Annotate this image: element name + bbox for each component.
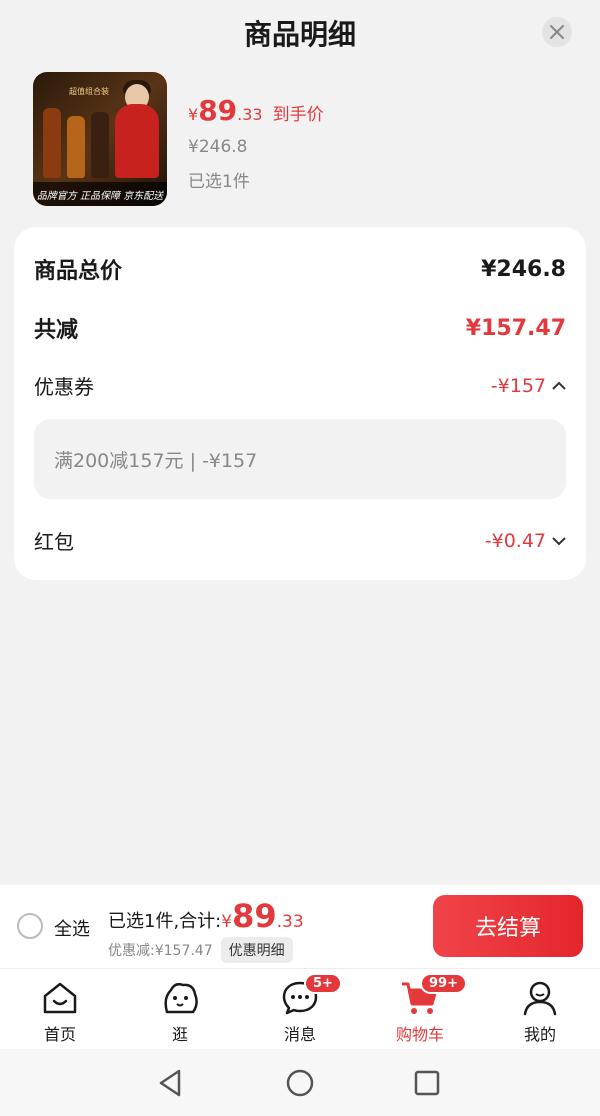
tab-messages[interactable]: 5+ 消息 [240,969,360,1049]
coupon-row[interactable]: 优惠券 -¥157 [34,371,566,400]
final-price: ¥ 89 .33 到手价 [188,94,324,127]
redpacket-value-wrap: -¥0.47 [485,530,566,552]
beer-bottle-image [43,108,61,178]
cart-total: 已选1件,合计: ¥ 89 .33 [108,897,304,935]
thumbnail-strip-text: 品牌官方 正品保障 京东配送 [33,182,167,206]
checkout-bar: 全选 已选1件,合计: ¥ 89 .33 优惠减:¥157.47 优惠明细 去结… [0,885,600,968]
coupon-value: -¥157 [490,374,546,397]
tab-explore[interactable]: 逛 [120,969,240,1049]
user-icon [523,981,557,1016]
coupon-value-wrap: -¥157 [491,375,566,397]
discount-detail-button[interactable]: 优惠明细 [220,937,293,963]
reduction-label: 共减 [34,318,79,343]
beer-bottle-image [91,112,109,178]
total-price-value: ¥246.8 [481,256,566,282]
discount-text: 优惠减:¥157.47 [108,943,213,959]
tab-home-label: 首页 [43,1025,76,1044]
messages-badge: 5+ [304,973,342,994]
select-all-label[interactable]: 全选 [54,915,90,941]
total-integer: 89 [232,897,277,935]
tab-messages-label: 消息 [283,1025,316,1044]
bottom-tab-bar: 首页 逛 5+ 消息 99+ 购物车 我的 [0,968,600,1049]
chevron-up-icon [552,381,566,390]
price-integer: 89 [198,94,238,127]
chevron-down-icon [552,536,566,545]
price-tag-label: 到手价 [272,105,324,125]
system-navigation-bar [0,1049,600,1116]
price-decimal: .33 [237,105,263,124]
redpacket-label: 红包 [34,530,74,554]
recents-nav-icon[interactable] [411,1067,443,1099]
selected-count: 已选1件 [188,172,250,192]
sheet-header: 商品明细 [0,0,600,64]
close-button[interactable] [542,17,572,47]
person-image [115,104,159,178]
select-all-checkbox[interactable] [17,913,43,939]
checkout-button[interactable]: 去结算 [433,895,583,957]
back-nav-icon[interactable] [155,1067,187,1099]
discount-line: 优惠减:¥157.47 优惠明细 [108,937,293,963]
tab-home[interactable]: 首页 [0,969,120,1049]
product-summary: 超值组合装 品牌官方 正品保障 京东配送 ¥ 89 .33 到手价 ¥246.8… [33,72,573,208]
original-price: ¥246.8 [188,137,248,157]
tab-cart-label: 购物车 [395,1025,444,1044]
product-thumbnail[interactable]: 超值组合装 品牌官方 正品保障 京东配送 [33,72,167,206]
total-prefix: 已选1件,合计: [108,911,222,932]
price-currency: ¥ [188,105,199,124]
tab-cart[interactable]: 99+ 购物车 [360,969,480,1049]
total-currency: ¥ [221,912,233,932]
coupon-label: 优惠券 [34,375,94,399]
reduction-row: 共减 ¥157.47 [34,312,566,344]
total-price-label: 商品总价 [34,259,123,284]
home-icon [43,982,77,1014]
page-title: 商品明细 [243,18,356,51]
thumbnail-banner-text: 超值组合装 [69,87,109,96]
redpacket-row[interactable]: 红包 -¥0.47 [34,526,566,555]
total-price-row: 商品总价 ¥246.8 [34,253,566,285]
total-decimal: .33 [276,912,304,932]
cart-badge: 99+ [420,973,467,994]
tab-profile[interactable]: 我的 [480,969,600,1049]
beer-bottle-image [67,116,85,178]
mascot-icon [164,982,198,1014]
home-nav-icon[interactable] [284,1067,316,1099]
redpacket-value: -¥0.47 [484,529,546,552]
reduction-value: ¥157.47 [465,315,566,341]
coupon-detail: 满200减157元 | -¥157 [34,419,566,499]
close-icon [550,25,564,39]
tab-explore-label: 逛 [171,1025,188,1044]
price-breakdown-card: 商品总价 ¥246.8 共减 ¥157.47 优惠券 -¥157 满200减15… [14,227,586,580]
tab-profile-label: 我的 [523,1025,556,1044]
